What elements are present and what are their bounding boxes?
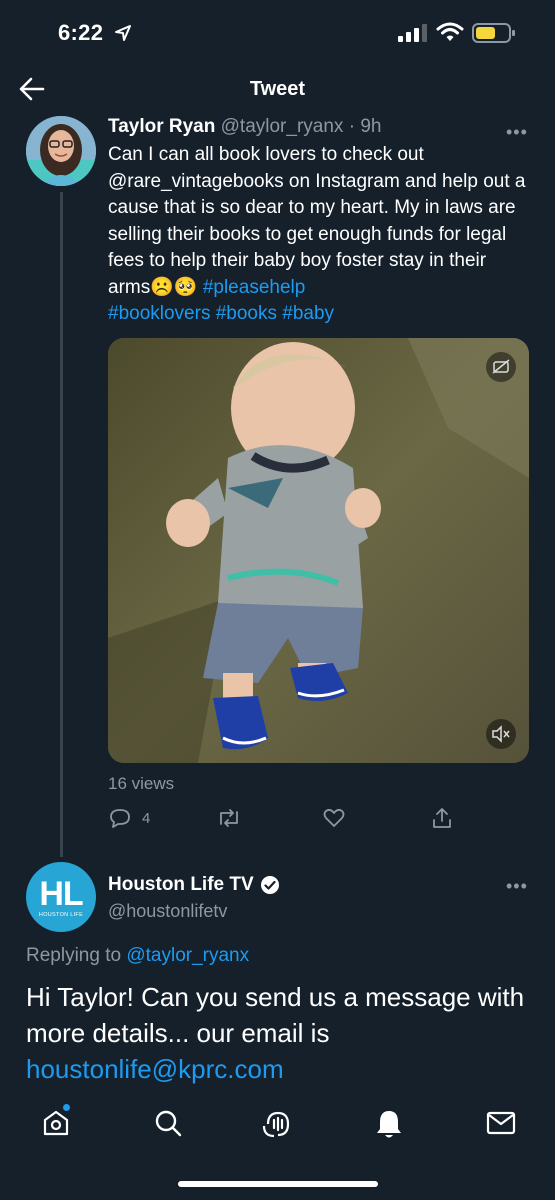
wifi-icon (436, 22, 464, 41)
retweet-icon (220, 809, 238, 827)
share-button[interactable] (430, 806, 454, 830)
reply-text: Hi Taylor! Can you send us a message wit… (26, 979, 536, 1087)
tweet-time: 9h (360, 116, 382, 137)
tweet-video[interactable] (108, 338, 529, 763)
reply-author-handle[interactable]: @houstonlifetv (108, 901, 227, 922)
reply-button[interactable]: 4 (108, 806, 150, 830)
battery-icon (472, 23, 515, 43)
email-link[interactable]: houstonlife@kprc.com (26, 1054, 284, 1084)
search-icon[interactable] (153, 1108, 183, 1138)
location-arrow-icon (115, 25, 131, 41)
page-title: Tweet (249, 78, 306, 100)
status-time: 6:22 (58, 20, 104, 45)
hashtags-links[interactable]: #booklovers #books #baby (108, 303, 334, 324)
home-icon[interactable] (42, 1108, 70, 1138)
hashtag-link[interactable]: #pleasehelp (203, 277, 305, 298)
avatar-logo-subtext: HOUSTON LIFE (38, 912, 84, 918)
view-count: 16 views (108, 774, 175, 793)
verified-badge-icon (260, 876, 279, 894)
replying-to-handle[interactable]: @taylor_ryanx (126, 945, 249, 966)
tweet-author-row: Taylor Ryan @taylor_ryanx · 9h (108, 116, 381, 138)
cellular-signal-icon (398, 24, 427, 42)
share-icon (433, 808, 451, 828)
more-options-icon[interactable]: ••• (506, 876, 528, 897)
heart-icon (323, 808, 345, 827)
replying-to-line: Replying to @taylor_ryanx (26, 945, 249, 967)
tweet-body: Can I can all book lovers to check out @… (108, 144, 526, 298)
spaces-icon[interactable] (262, 1108, 294, 1140)
mute-icon[interactable] (486, 719, 516, 749)
more-options-icon[interactable]: ••• (506, 122, 528, 143)
notifications-icon[interactable] (374, 1108, 404, 1140)
home-indicator[interactable] (178, 1181, 378, 1187)
captions-icon[interactable] (486, 352, 516, 382)
reply-icon (110, 809, 130, 828)
avatar-houston-life[interactable]: HL HOUSTON LIFE (26, 862, 96, 932)
author-name[interactable]: Taylor Ryan (108, 116, 215, 137)
reply-author-name[interactable]: Houston Life TV (108, 874, 254, 896)
like-button[interactable] (322, 806, 346, 830)
reply-author-row: Houston Life TV (108, 874, 280, 896)
messages-icon[interactable] (486, 1108, 516, 1138)
avatar-taylor-ryan[interactable] (26, 116, 96, 186)
avatar-logo-letters: HL (39, 875, 83, 913)
replying-prefix: Replying to (26, 945, 122, 966)
home-notification-dot (63, 1104, 70, 1111)
separator-dot: · (348, 116, 356, 137)
author-handle[interactable]: @taylor_ryanx (221, 116, 344, 137)
retweet-button[interactable] (216, 806, 242, 830)
reply-count: 4 (142, 809, 151, 827)
tweet-text: Can I can all book lovers to check out @… (108, 142, 533, 328)
thread-connector-line (60, 192, 63, 857)
reply-body: Hi Taylor! Can you send us a message wit… (26, 982, 525, 1048)
